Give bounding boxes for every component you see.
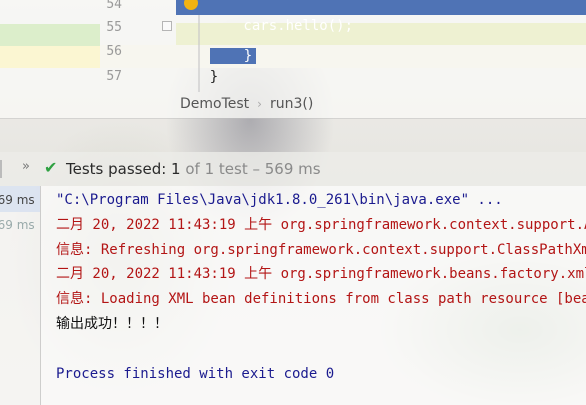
code-editor[interactable]: 54 55 56 57 cars.hello(); } } DemoTest ›… <box>0 0 586 118</box>
editor-divider <box>0 118 586 119</box>
console-line: 输出成功！！！！ <box>56 316 168 332</box>
test-summary: of 1 test – 569 ms <box>180 160 321 178</box>
line-number: 54 <box>106 0 122 12</box>
breadcrumb-item-method[interactable]: run3() <box>266 96 317 112</box>
test-results-tree[interactable]: 569 ms 569 ms <box>0 186 41 405</box>
console-line: 二月 20, 2022 11:43:19 上午 org.springframew… <box>56 266 586 282</box>
code-line-55[interactable]: } <box>176 22 257 64</box>
breadcrumb: DemoTest › run3() <box>176 92 586 116</box>
line-number: 56 <box>106 44 122 59</box>
fold-marker-icon[interactable] <box>162 21 172 31</box>
console-line: "C:\Program Files\Java\jdk1.8.0_261\bin\… <box>56 192 503 208</box>
code-line-56[interactable]: } <box>176 43 218 85</box>
line-number: 55 <box>106 20 122 35</box>
test-status: Tests passed: 1 of 1 test – 569 ms <box>66 160 321 178</box>
console-line: 二月 20, 2022 11:43:19 上午 org.springframew… <box>56 217 586 233</box>
console-output[interactable]: "C:\Program Files\Java\jdk1.8.0_261\bin\… <box>41 186 586 405</box>
console-line: 信息: Loading XML bean definitions from cl… <box>56 291 586 307</box>
test-duration: 569 ms <box>0 193 34 207</box>
breadcrumb-item-class[interactable]: DemoTest <box>176 96 253 112</box>
code-line-54[interactable]: cars.hello(); <box>176 0 586 34</box>
expand-chevron-icon[interactable]: » <box>22 159 30 174</box>
test-status-label: Tests passed: <box>66 160 172 178</box>
breadcrumb-separator-icon: › <box>257 97 262 111</box>
left-tool-panel <box>0 0 100 118</box>
run-toolbar: » ✔ Tests passed: 1 of 1 test – 569 ms <box>0 152 586 186</box>
run-panel-edge <box>0 160 12 178</box>
console-line: 信息: Refreshing org.springframework.conte… <box>56 242 586 258</box>
test-passed-count: 1 <box>171 160 181 178</box>
test-duration: 569 ms <box>0 218 34 232</box>
check-icon: ✔ <box>44 158 58 177</box>
code-text: } <box>209 69 219 85</box>
line-number: 57 <box>106 69 122 84</box>
console-line: Process finished with exit code 0 <box>56 366 335 382</box>
